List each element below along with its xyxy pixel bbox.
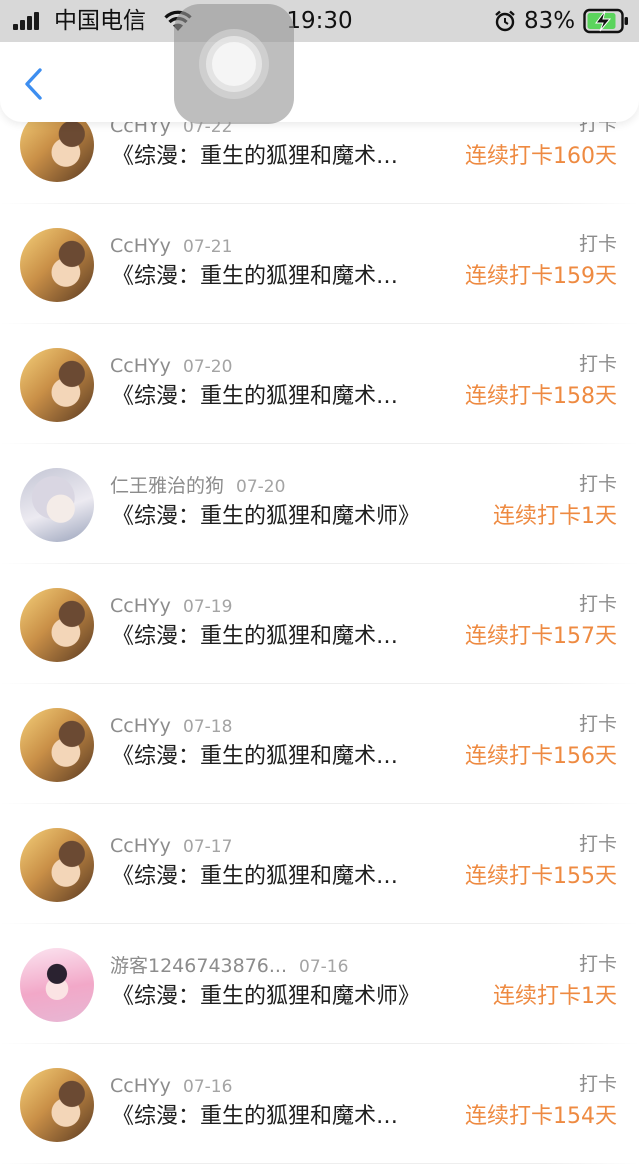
streak-label: 连续打卡1天 (493, 504, 617, 529)
checkin-date: 07-21 (183, 237, 233, 257)
user-name[interactable]: 仁王雅治的狗 (110, 474, 224, 498)
book-title[interactable]: 《综漫：重生的狐狸和魔术… (112, 142, 398, 172)
action-label: 打卡 (578, 953, 617, 975)
checkin-date: 07-16 (183, 1077, 233, 1097)
avatar[interactable] (20, 708, 94, 782)
user-name[interactable]: CcHYy (110, 1074, 171, 1098)
list-item[interactable]: CcHYy 07-19 打卡《综漫：重生的狐狸和魔术… 连续打卡157天 (0, 564, 639, 684)
checkin-date: 07-20 (236, 477, 286, 497)
checkin-date: 07-19 (183, 597, 233, 617)
user-name[interactable]: 游客1246743876... (110, 954, 287, 978)
checkin-date: 07-16 (299, 957, 349, 977)
book-title[interactable]: 《综漫：重生的狐狸和魔术… (112, 262, 398, 292)
book-title[interactable]: 《综漫：重生的狐狸和魔术… (112, 1102, 398, 1132)
list-item[interactable]: 仁王雅治的狗 07-20 打卡《综漫：重生的狐狸和魔术师》 连续打卡1天 (0, 444, 639, 564)
avatar[interactable] (20, 1068, 94, 1142)
status-bar: 中国电信 19:30 83% (0, 0, 639, 42)
streak-label: 连续打卡155天 (465, 864, 617, 889)
streak-label: 连续打卡156天 (465, 744, 617, 769)
list-item[interactable]: 游客1246743876... 07-16 打卡《综漫：重生的狐狸和魔术师》 连续打卡… (0, 924, 639, 1044)
list-item[interactable]: CcHYy 07-18 打卡《综漫：重生的狐狸和魔术… 连续打卡156天 (0, 684, 639, 804)
action-label: 打卡 (578, 233, 617, 255)
book-title[interactable]: 《综漫：重生的狐狸和魔术… (112, 862, 398, 892)
avatar[interactable] (20, 228, 94, 302)
alarm-icon (495, 10, 515, 32)
avatar[interactable] (20, 348, 94, 422)
back-button[interactable] (20, 64, 50, 104)
chevron-left-icon (25, 68, 42, 100)
assistive-touch-button[interactable] (174, 4, 294, 124)
battery-charging-icon (583, 8, 628, 34)
streak-label: 连续打卡154天 (465, 1104, 617, 1129)
avatar[interactable] (20, 588, 94, 662)
user-name[interactable]: CcHYy (110, 714, 171, 738)
book-title[interactable]: 《综漫：重生的狐狸和魔术… (112, 622, 398, 652)
checkin-date: 07-18 (183, 717, 233, 737)
action-label: 打卡 (578, 593, 617, 615)
list-item[interactable]: CcHYy 07-20 打卡《综漫：重生的狐狸和魔术… 连续打卡158天 (0, 324, 639, 444)
user-name[interactable]: CcHYy (110, 354, 171, 378)
avatar[interactable] (20, 828, 94, 902)
book-title[interactable]: 《综漫：重生的狐狸和魔术师》 (112, 982, 420, 1012)
action-label: 打卡 (578, 713, 617, 735)
book-title[interactable]: 《综漫：重生的狐狸和魔术… (112, 742, 398, 772)
user-name[interactable]: CcHYy (110, 834, 171, 858)
streak-label: 连续打卡158天 (465, 384, 617, 409)
nav-bar (0, 42, 639, 122)
streak-label: 连续打卡160天 (465, 144, 617, 169)
action-label: 打卡 (578, 353, 617, 375)
list-item[interactable]: CcHYy 07-17 打卡《综漫：重生的狐狸和魔术… 连续打卡155天 (0, 804, 639, 924)
checkin-date: 07-17 (183, 837, 233, 857)
streak-label: 连续打卡159天 (465, 264, 617, 289)
action-label: 打卡 (578, 833, 617, 855)
avatar[interactable] (20, 948, 94, 1022)
action-label: 打卡 (578, 1073, 617, 1095)
streak-label: 连续打卡1天 (493, 984, 617, 1009)
user-name[interactable]: CcHYy (110, 594, 171, 618)
battery-percentage: 83% (524, 8, 576, 34)
book-title[interactable]: 《综漫：重生的狐狸和魔术… (112, 382, 398, 412)
checkin-list: CcHYy 07-22 打卡 《综漫：重生的狐狸和魔术… 连续打卡160天 CcHYy 07… (0, 84, 639, 1164)
list-item[interactable]: CcHYy 07-21 打卡《综漫：重生的狐狸和魔术… 连续打卡159天 (0, 204, 639, 324)
checkin-date: 07-20 (183, 357, 233, 377)
book-title[interactable]: 《综漫：重生的狐狸和魔术师》 (112, 502, 420, 532)
streak-label: 连续打卡157天 (465, 624, 617, 649)
list-item[interactable]: CcHYy 07-16 打卡《综漫：重生的狐狸和魔术… 连续打卡154天 (0, 1044, 639, 1164)
action-label: 打卡 (578, 473, 617, 495)
user-name[interactable]: CcHYy (110, 234, 171, 258)
avatar[interactable] (20, 468, 94, 542)
